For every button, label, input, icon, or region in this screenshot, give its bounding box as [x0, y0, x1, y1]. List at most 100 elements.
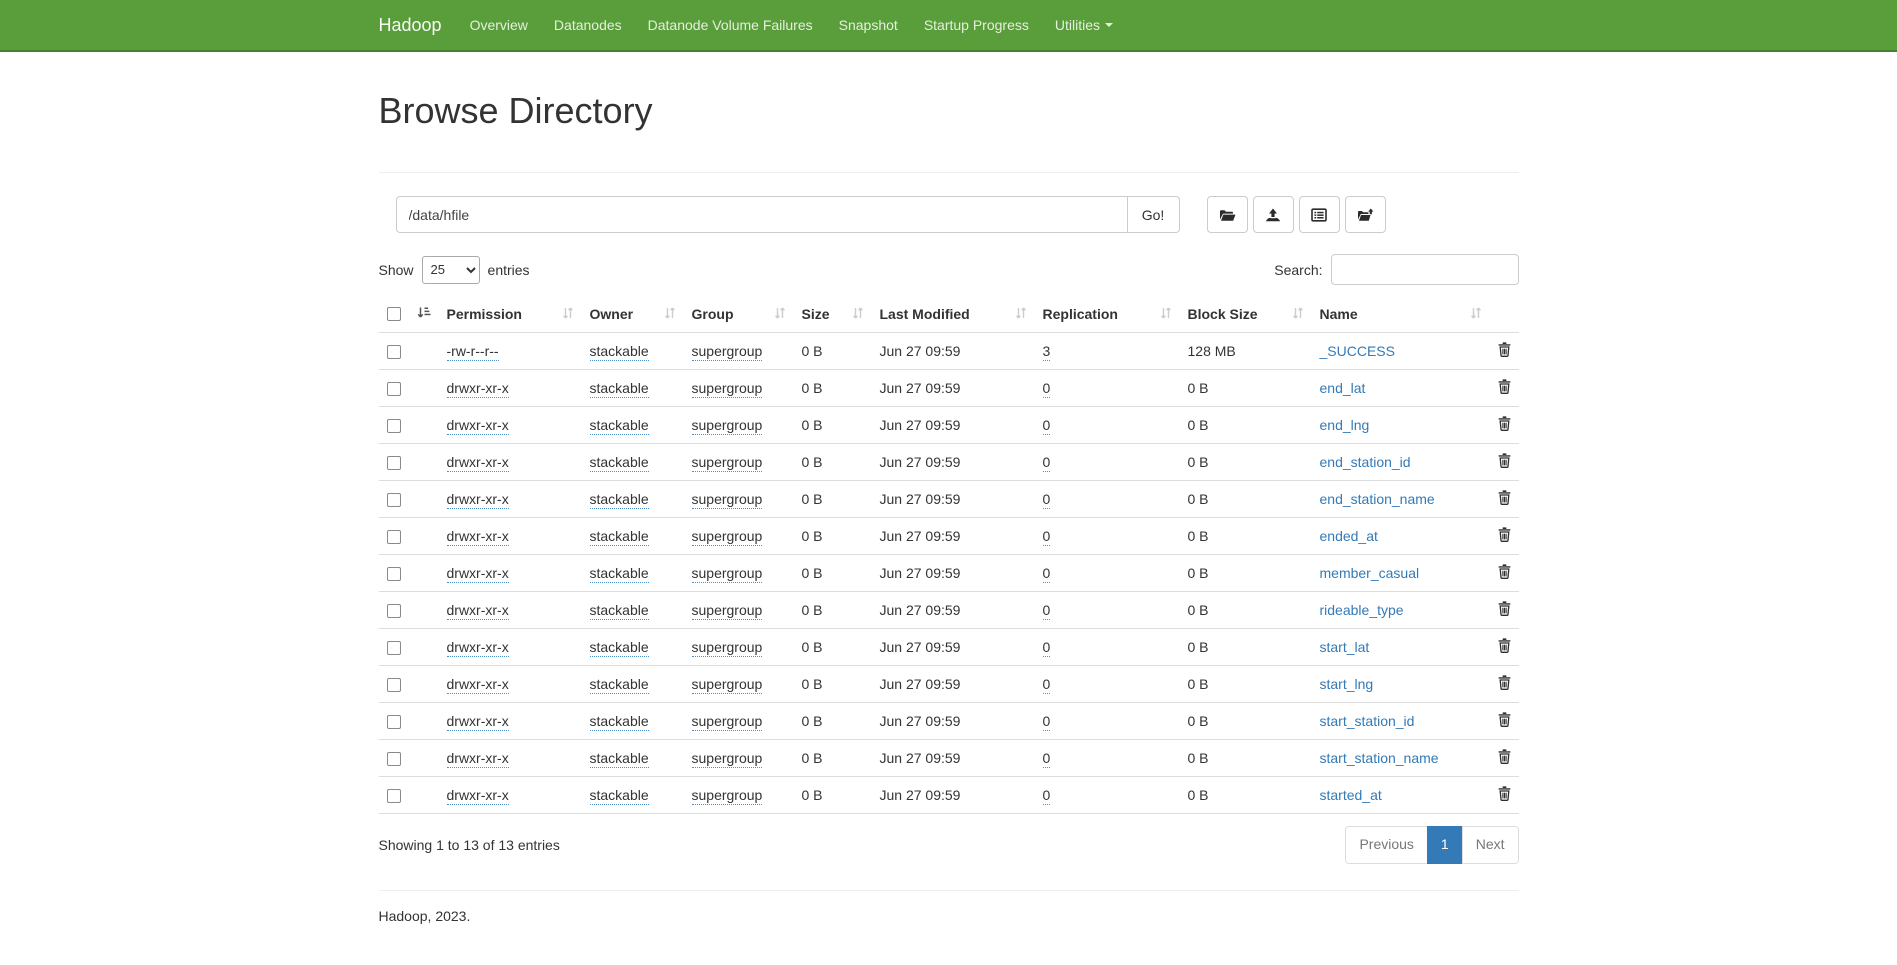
group-value: supergroup — [692, 343, 763, 361]
replication-value: 0 — [1043, 787, 1051, 805]
actions-cell — [1490, 703, 1519, 740]
column-size[interactable]: Size — [794, 298, 872, 333]
trash-icon[interactable] — [1498, 342, 1511, 360]
name-cell: end_lng — [1312, 407, 1490, 444]
trash-icon[interactable] — [1498, 490, 1511, 508]
pagination-next[interactable]: Next — [1462, 826, 1519, 864]
search-input[interactable] — [1331, 254, 1519, 285]
row-select-cell — [379, 555, 439, 592]
actions-cell — [1490, 370, 1519, 407]
pagination-previous[interactable]: Previous — [1345, 826, 1427, 864]
row-checkbox[interactable] — [387, 456, 401, 470]
nav-overview[interactable]: Overview — [457, 0, 541, 50]
permission-value: drwxr-xr-x — [447, 417, 509, 435]
column-owner[interactable]: Owner — [582, 298, 684, 333]
select-all-checkbox[interactable] — [387, 307, 401, 321]
column-actions — [1490, 298, 1519, 333]
row-checkbox[interactable] — [387, 641, 401, 655]
nav-datanodes[interactable]: Datanodes — [541, 0, 635, 50]
file-name-link[interactable]: ended_at — [1320, 528, 1378, 544]
file-name-link[interactable]: start_lat — [1320, 639, 1370, 655]
row-checkbox[interactable] — [387, 419, 401, 433]
directory-path-input[interactable] — [396, 196, 1128, 233]
file-name-link[interactable]: end_station_name — [1320, 491, 1435, 507]
pagination: Previous 1 Next — [1345, 826, 1518, 864]
permission-value: drwxr-xr-x — [447, 639, 509, 657]
replication-value: 0 — [1043, 639, 1051, 657]
row-checkbox[interactable] — [387, 752, 401, 766]
table-row: drwxr-xr-x stackable supergroup 0 B Jun … — [379, 777, 1519, 814]
show-label: Show — [379, 262, 414, 278]
file-name-link[interactable]: start_station_id — [1320, 713, 1415, 729]
nav-startup-progress[interactable]: Startup Progress — [911, 0, 1042, 50]
table-row: drwxr-xr-x stackable supergroup 0 B Jun … — [379, 481, 1519, 518]
owner-value: stackable — [590, 417, 649, 435]
last-modified-cell: Jun 27 09:59 — [872, 740, 1035, 777]
folder-open-button[interactable] — [1207, 196, 1248, 233]
column-block-size[interactable]: Block Size — [1180, 298, 1312, 333]
trash-icon[interactable] — [1498, 786, 1511, 804]
block-size-cell: 0 B — [1180, 370, 1312, 407]
column-label: Name — [1320, 306, 1358, 322]
column-replication[interactable]: Replication — [1035, 298, 1180, 333]
upload-button[interactable] — [1253, 196, 1294, 233]
file-name-link[interactable]: start_lng — [1320, 676, 1374, 692]
trash-icon[interactable] — [1498, 379, 1511, 397]
last-modified-cell: Jun 27 09:59 — [872, 333, 1035, 370]
brand-hadoop[interactable]: Hadoop — [379, 0, 457, 50]
column-permission[interactable]: Permission — [439, 298, 582, 333]
row-checkbox[interactable] — [387, 567, 401, 581]
trash-icon[interactable] — [1498, 453, 1511, 471]
list-alt-button[interactable] — [1299, 196, 1340, 233]
column-select-all[interactable] — [379, 298, 439, 333]
file-name-link[interactable]: _SUCCESS — [1320, 343, 1395, 359]
row-checkbox[interactable] — [387, 715, 401, 729]
row-checkbox[interactable] — [387, 530, 401, 544]
file-name-link[interactable]: start_station_name — [1320, 750, 1439, 766]
file-name-link[interactable]: end_lat — [1320, 380, 1366, 396]
trash-icon[interactable] — [1498, 638, 1511, 656]
trash-icon[interactable] — [1498, 675, 1511, 693]
trash-icon[interactable] — [1498, 601, 1511, 619]
pagination-page-1[interactable]: 1 — [1427, 826, 1463, 864]
row-checkbox[interactable] — [387, 345, 401, 359]
column-group[interactable]: Group — [684, 298, 794, 333]
block-size-value: 128 MB — [1188, 343, 1236, 359]
table-header-row: Permission Owner Group Size Last Modifie… — [379, 298, 1519, 333]
nav-datanode-volume-failures[interactable]: Datanode Volume Failures — [635, 0, 826, 50]
nav-snapshot[interactable]: Snapshot — [826, 0, 911, 50]
permission-value: drwxr-xr-x — [447, 380, 509, 398]
chevron-down-icon — [1105, 23, 1113, 27]
go-button[interactable]: Go! — [1128, 196, 1180, 233]
file-name-link[interactable]: member_casual — [1320, 565, 1420, 581]
nav-utilities-dropdown[interactable]: Utilities — [1042, 0, 1126, 50]
file-name-link[interactable]: end_lng — [1320, 417, 1370, 433]
folder-upload-button[interactable] — [1345, 196, 1386, 233]
trash-icon[interactable] — [1498, 712, 1511, 730]
file-name-link[interactable]: started_at — [1320, 787, 1382, 803]
block-size-value: 0 B — [1188, 639, 1209, 655]
last-modified-value: Jun 27 09:59 — [880, 528, 961, 544]
row-checkbox[interactable] — [387, 604, 401, 618]
group-value: supergroup — [692, 787, 763, 805]
trash-icon[interactable] — [1498, 527, 1511, 545]
row-checkbox[interactable] — [387, 789, 401, 803]
row-checkbox[interactable] — [387, 493, 401, 507]
file-name-link[interactable]: end_station_id — [1320, 454, 1411, 470]
group-value: supergroup — [692, 528, 763, 546]
group-value: supergroup — [692, 454, 763, 472]
column-last-modified[interactable]: Last Modified — [872, 298, 1035, 333]
trash-icon[interactable] — [1498, 564, 1511, 582]
row-checkbox[interactable] — [387, 678, 401, 692]
file-name-link[interactable]: rideable_type — [1320, 602, 1404, 618]
row-select-cell — [379, 703, 439, 740]
owner-cell: stackable — [582, 703, 684, 740]
actions-cell — [1490, 333, 1519, 370]
column-name[interactable]: Name — [1312, 298, 1490, 333]
page-size-select[interactable]: 25 — [422, 256, 480, 284]
owner-cell: stackable — [582, 444, 684, 481]
row-checkbox[interactable] — [387, 382, 401, 396]
trash-icon[interactable] — [1498, 416, 1511, 434]
trash-icon[interactable] — [1498, 749, 1511, 767]
size-value: 0 B — [802, 565, 823, 581]
